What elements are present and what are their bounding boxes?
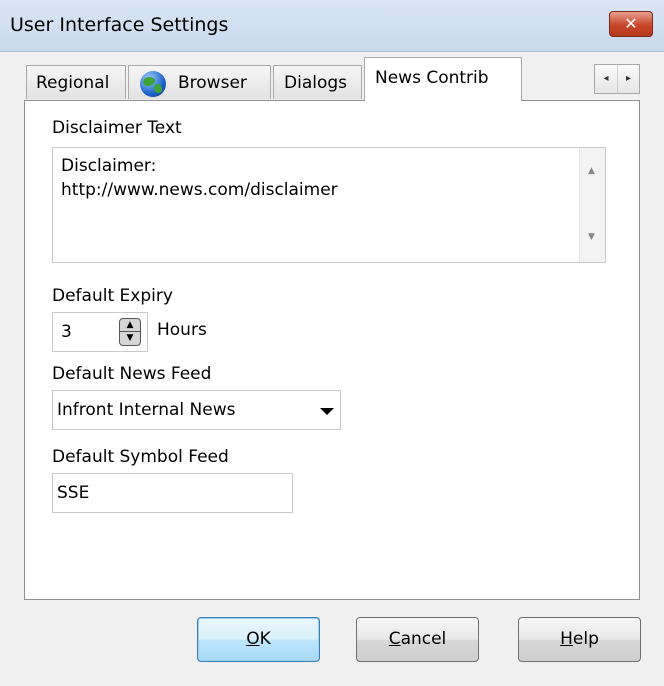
symbol-feed-input[interactable]: SSE (52, 473, 293, 513)
tab-news-contrib[interactable]: News Contrib (364, 57, 522, 101)
globe-icon (140, 71, 166, 97)
expiry-label: Default Expiry (52, 286, 173, 306)
scroll-down-icon[interactable]: ▼ (588, 232, 595, 242)
tab-news-contrib-label: News Contrib (375, 68, 489, 88)
cancel-mnemonic: C (388, 629, 401, 649)
ok-mnemonic: O (246, 629, 260, 649)
cancel-button[interactable]: Cancel (356, 617, 479, 662)
chevron-left-icon: ◂ (603, 73, 609, 84)
disclaimer-line-1: Disclaimer: (61, 156, 157, 176)
symbol-feed-value: SSE (57, 483, 90, 503)
scroll-up-icon[interactable]: ▲ (588, 166, 595, 176)
window-title: User Interface Settings (10, 14, 229, 36)
expiry-value: 3 (61, 322, 72, 342)
expiry-stepper[interactable]: ▲ ▼ (119, 318, 141, 346)
tab-scroll-right-button[interactable]: ▸ (617, 65, 639, 93)
tab-dialogs[interactable]: Dialogs (273, 65, 362, 99)
disclaimer-label: Disclaimer Text (52, 118, 182, 138)
stepper-down-icon[interactable]: ▼ (120, 332, 140, 345)
expiry-input[interactable]: 3 ▲ ▼ (52, 312, 148, 352)
news-contrib-panel: Disclaimer Text Disclaimer: http://www.n… (24, 100, 640, 600)
tab-browser-label: Browser (178, 73, 247, 93)
ok-button[interactable]: OK (197, 617, 320, 662)
help-label-rest: elp (572, 629, 599, 649)
close-button[interactable]: ✕ (609, 11, 653, 37)
tab-scroll-buttons: ◂ ▸ (594, 64, 640, 94)
tab-regional[interactable]: Regional (26, 65, 126, 99)
title-bar[interactable]: User Interface Settings ✕ (0, 0, 664, 52)
tab-regional-label: Regional (36, 73, 110, 93)
news-feed-label: Default News Feed (52, 364, 212, 384)
dropdown-arrow-icon[interactable] (320, 408, 334, 415)
disclaimer-line-2: http://www.news.com/disclaimer (61, 180, 338, 200)
tab-scroll-left-button[interactable]: ◂ (595, 65, 617, 93)
ok-label-rest: K (259, 629, 271, 649)
close-icon: ✕ (624, 14, 638, 33)
tab-browser[interactable]: Browser (128, 65, 271, 99)
symbol-feed-label: Default Symbol Feed (52, 447, 229, 467)
tab-dialogs-label: Dialogs (284, 73, 348, 93)
news-feed-select[interactable]: Infront Internal News (52, 390, 341, 430)
help-button[interactable]: Help (518, 617, 641, 662)
settings-dialog: User Interface Settings ✕ Regional Brows… (0, 0, 664, 686)
expiry-unit-label: Hours (157, 320, 207, 340)
help-mnemonic: H (560, 629, 573, 649)
news-feed-value: Infront Internal News (57, 400, 236, 420)
disclaimer-scrollbar[interactable]: ▲ ▼ (579, 148, 605, 262)
stepper-up-icon[interactable]: ▲ (120, 319, 140, 332)
cancel-label-rest: ancel (400, 629, 447, 649)
disclaimer-textarea[interactable]: Disclaimer: http://www.news.com/disclaim… (52, 147, 606, 263)
chevron-right-icon: ▸ (625, 73, 632, 84)
